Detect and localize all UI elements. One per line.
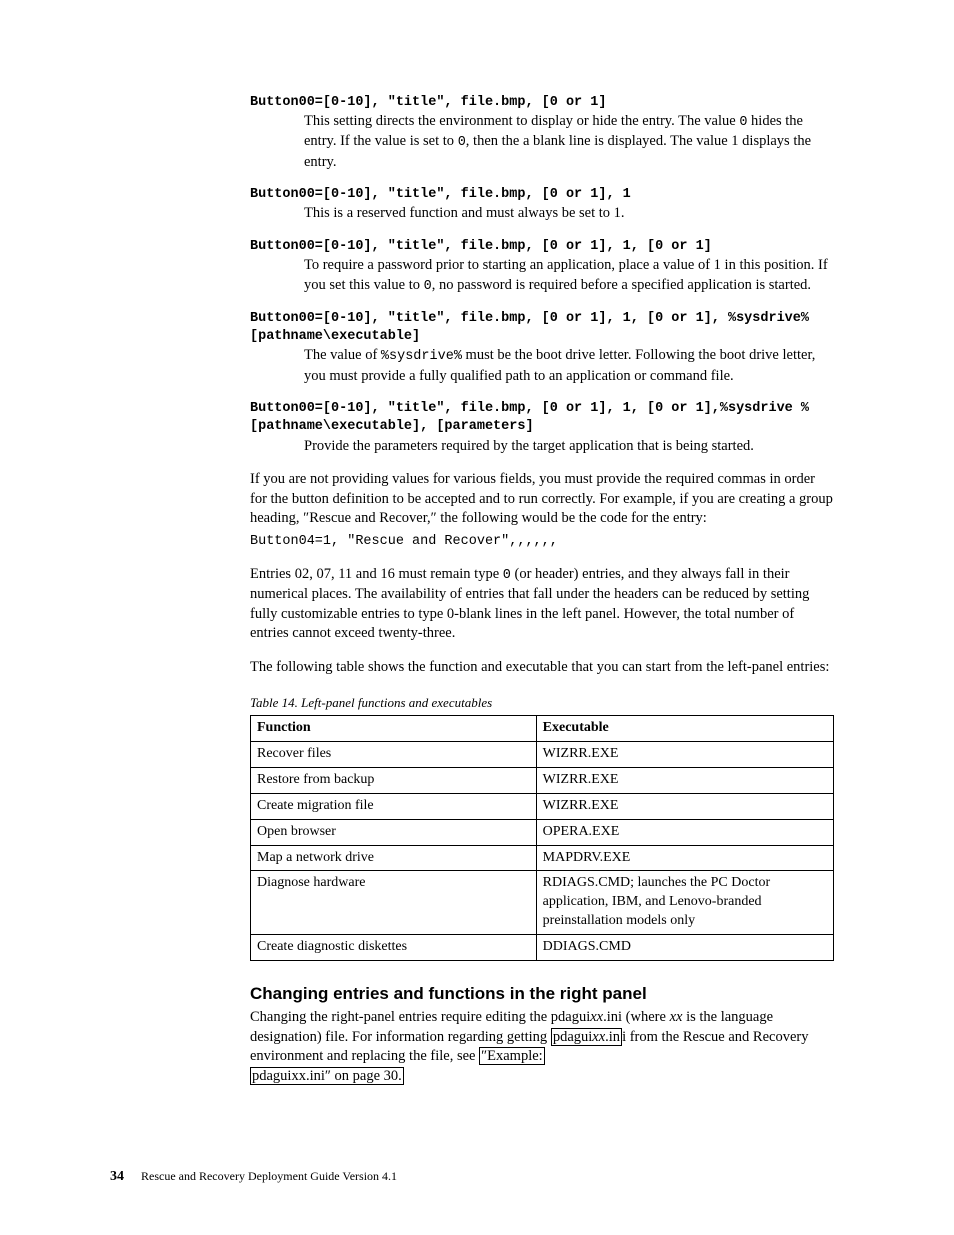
table-row: Create migration fileWIZRR.EXE — [251, 793, 834, 819]
functions-table: Function Executable Recover filesWIZRR.E… — [250, 715, 834, 961]
table-cell: WIZRR.EXE — [536, 793, 833, 819]
table-cell: MAPDRV.EXE — [536, 845, 833, 871]
table-row: Restore from backupWIZRR.EXE — [251, 767, 834, 793]
table-cell: OPERA.EXE — [536, 819, 833, 845]
document-page: Button00=[0-10], "title", file.bmp, [0 o… — [0, 0, 954, 1235]
table-row: Create diagnostic diskettesDDIAGS.CMD — [251, 935, 834, 961]
table-cell: RDIAGS.CMD; launches the PC Doctor appli… — [536, 871, 833, 935]
code-term: Button00=[0-10], "title", file.bmp, [0 o… — [250, 186, 834, 204]
definition-body: The value of %sysdrive% must be the boot… — [250, 346, 834, 386]
page-number: 34 — [110, 1169, 124, 1184]
table-cell: Map a network drive — [251, 845, 537, 871]
table-cell: Diagnose hardware — [251, 871, 537, 935]
table-header: Function — [251, 716, 537, 742]
definition-entry: Button00=[0-10], "title", file.bmp, [0 o… — [250, 94, 834, 172]
definition-entry: Button00=[0-10], "title", file.bmp, [0 o… — [250, 400, 834, 456]
table-cell: DDIAGS.CMD — [536, 935, 833, 961]
table-header-row: Function Executable — [251, 716, 834, 742]
definition-body: Provide the parameters required by the t… — [250, 437, 834, 457]
table-cell: Restore from backup — [251, 767, 537, 793]
definition-body: To require a password prior to starting … — [250, 256, 834, 296]
cross-reference-link[interactable]: pdaguixx.in — [551, 1028, 622, 1046]
paragraph: Entries 02, 07, 11 and 16 must remain ty… — [250, 565, 834, 644]
code-term: Button00=[0-10], "title", file.bmp, [0 o… — [250, 94, 834, 112]
paragraph: If you are not providing values for vari… — [250, 470, 834, 529]
page-footer: 34 Rescue and Recovery Deployment Guide … — [110, 1168, 397, 1187]
table-header: Executable — [536, 716, 833, 742]
table-cell: Create diagnostic diskettes — [251, 935, 537, 961]
paragraph: The following table shows the function a… — [250, 658, 834, 678]
definition-entry: Button00=[0-10], "title", file.bmp, [0 o… — [250, 186, 834, 224]
table-cell: WIZRR.EXE — [536, 742, 833, 768]
footer-title: Rescue and Recovery Deployment Guide Ver… — [141, 1169, 397, 1183]
table-row: Map a network driveMAPDRV.EXE — [251, 845, 834, 871]
table-cell: Recover files — [251, 742, 537, 768]
definition-entry: Button00=[0-10], "title", file.bmp, [0 o… — [250, 310, 834, 386]
table-row: Recover filesWIZRR.EXE — [251, 742, 834, 768]
cross-reference-link[interactable]: pdaguixx.ini″ on page 30. — [250, 1067, 404, 1085]
definition-entry: Button00=[0-10], "title", file.bmp, [0 o… — [250, 238, 834, 296]
section-heading: Changing entries and functions in the ri… — [250, 983, 834, 1006]
table-cell: Open browser — [251, 819, 537, 845]
table-row: Diagnose hardwareRDIAGS.CMD; launches th… — [251, 871, 834, 935]
table-row: Open browserOPERA.EXE — [251, 819, 834, 845]
code-term: Button00=[0-10], "title", file.bmp, [0 o… — [250, 400, 834, 436]
table-cell: Create migration file — [251, 793, 537, 819]
code-sample: Button04=1, "Rescue and Recover",,,,,, — [250, 533, 834, 551]
cross-reference-link[interactable]: ″Example: — [479, 1047, 545, 1065]
code-term: Button00=[0-10], "title", file.bmp, [0 o… — [250, 238, 834, 256]
definition-body: This setting directs the environment to … — [250, 112, 834, 172]
definition-body: This is a reserved function and must alw… — [250, 204, 834, 224]
section-paragraph: Changing the right-panel entries require… — [250, 1008, 834, 1086]
code-term: Button00=[0-10], "title", file.bmp, [0 o… — [250, 310, 834, 346]
table-cell: WIZRR.EXE — [536, 767, 833, 793]
table-caption: Table 14. Left-panel functions and execu… — [250, 694, 834, 712]
